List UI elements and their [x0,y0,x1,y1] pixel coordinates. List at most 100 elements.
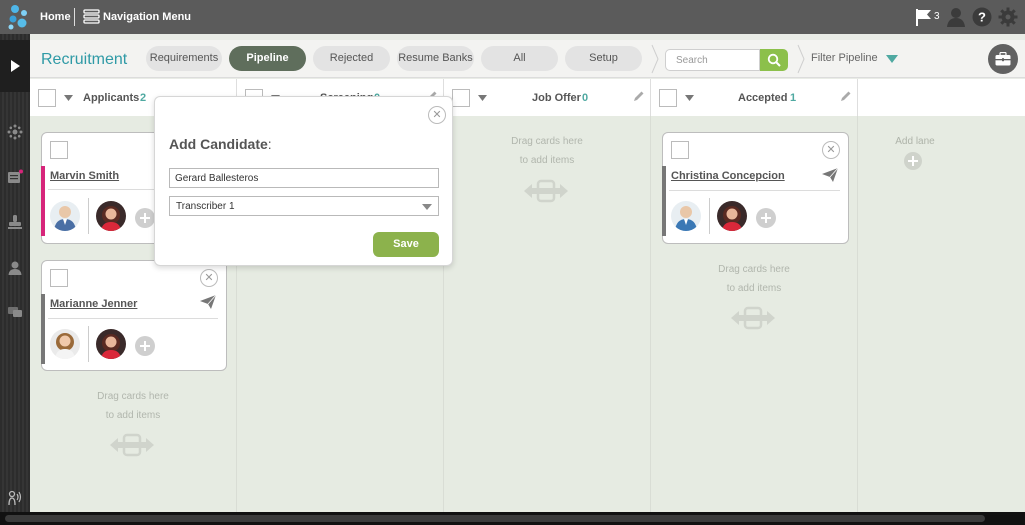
documents-icon[interactable] [7,169,23,185]
candidate-card[interactable]: ✕ Christina Concepcion [662,132,849,244]
close-icon[interactable]: ✕ [200,269,218,287]
chevron-down-icon[interactable] [685,95,694,101]
horizontal-scrollbar[interactable] [0,512,1025,525]
stamp-icon[interactable] [7,214,23,230]
settings-gear-icon[interactable] [998,7,1018,27]
save-button[interactable]: Save [373,232,439,257]
card-select-checkbox[interactable] [50,141,68,159]
avatar[interactable] [717,201,747,231]
avatar[interactable] [671,201,701,231]
home-link[interactable]: Home [40,11,71,23]
edit-pencil-icon[interactable] [633,90,645,102]
tab-rejected[interactable]: Rejected [313,46,390,71]
play-arrow-icon [11,60,20,72]
tab-requirements[interactable]: Requirements [146,46,222,71]
recruiter-photo-icon [101,334,121,359]
lane-header-spacer [858,79,1025,116]
add-participant-button[interactable] [756,208,776,228]
svg-text:?: ? [978,10,986,25]
module-header: Recruitment Requirements Pipeline Reject… [30,40,1025,78]
drag-hint-text: Drag cards here to add items [482,132,612,170]
avatar[interactable] [50,329,80,359]
lane-count: 2 [140,92,147,104]
add-candidate-dialog: ✕ Add Candidate: Transcriber 1 Save [154,96,453,266]
chevron-down-icon[interactable] [64,95,73,101]
toolbox-button[interactable] [988,44,1018,74]
close-icon[interactable]: ✕ [822,141,840,159]
lane-header-accepted: Accepted 1 [651,79,858,116]
header-chevron-divider-2 [797,44,805,74]
tab-all[interactable]: All [481,46,558,71]
close-icon[interactable]: ✕ [428,106,446,124]
drag-hint-text: Drag cards here to add items [68,387,198,425]
lane-count: 0 [582,92,589,104]
card-color-strip [662,166,666,236]
recruiter-photo-icon [101,206,121,231]
flag-icon[interactable] [914,7,934,27]
user-icon[interactable] [7,260,23,276]
drag-hint-line2: to add items [105,410,161,421]
accessibility-speech-icon[interactable] [7,490,23,506]
candidate-name-link[interactable]: Christina Concepcion [671,170,785,182]
drag-hint-line1: Drag cards here [511,136,583,147]
page-title: Recruitment [41,51,128,68]
search-button[interactable] [760,49,788,71]
card-color-strip [41,294,45,364]
card-select-checkbox[interactable] [50,269,68,287]
drag-arrows-icon [524,179,568,203]
header-chevron-divider [651,44,659,74]
chat-icon[interactable] [7,304,23,320]
help-icon[interactable]: ? [972,7,992,27]
edit-pencil-icon[interactable] [840,90,852,102]
tab-resume-banks[interactable]: Resume Banks [397,46,474,71]
navigation-menu-icon[interactable] [83,8,100,25]
chevron-down-icon[interactable] [478,95,487,101]
candidate-card[interactable]: ✕ Marianne Jenner [41,260,227,371]
avatar-divider [88,326,89,362]
navigation-menu-link[interactable]: Navigation Menu [103,11,191,23]
avatar[interactable] [96,329,126,359]
lane-select-checkbox[interactable] [452,89,470,107]
dashboard-icon[interactable] [7,124,23,140]
add-lane-label[interactable]: Add lane [875,136,955,147]
user-profile-icon[interactable] [946,7,966,27]
app-logo-icon[interactable] [6,3,32,31]
transcriber-selected-value: Transcriber 1 [176,201,235,212]
avatar[interactable] [96,201,126,231]
add-lane-button[interactable] [904,152,922,170]
avatar-divider [709,198,710,234]
scrollbar-thumb[interactable] [5,515,985,522]
candidate-photo-icon [55,333,75,359]
chevron-down-icon[interactable] [886,55,898,63]
send-paper-plane-icon[interactable] [821,167,839,183]
lane-select-checkbox[interactable] [38,89,56,107]
recruiter-photo-icon [722,206,742,231]
search-input[interactable] [665,49,760,71]
topbar-divider [74,8,75,26]
filter-pipeline-label[interactable]: Filter Pipeline [811,52,878,64]
dialog-title-text: Add Candidate [169,136,268,152]
card-divider [48,318,218,319]
lane-name: Job Offer [532,92,581,104]
candidate-name-input[interactable] [169,168,439,188]
add-participant-button[interactable] [135,208,155,228]
briefcase-icon [995,52,1011,66]
send-paper-plane-icon[interactable] [199,294,217,310]
candidate-photo-icon [675,206,697,231]
drag-arrows-icon [731,306,775,330]
transcriber-select[interactable]: Transcriber 1 [169,196,439,216]
lane-divider [857,116,858,512]
lane-select-checkbox[interactable] [659,89,677,107]
add-participant-button[interactable] [135,336,155,356]
candidate-name-link[interactable]: Marvin Smith [50,170,119,182]
card-select-checkbox[interactable] [671,141,689,159]
chevron-down-icon [422,204,432,210]
card-divider [669,190,840,191]
sidebar-expand-button[interactable] [0,40,30,92]
candidate-photo-icon [54,206,76,231]
tab-pipeline[interactable]: Pipeline [229,46,306,71]
avatar[interactable] [50,201,80,231]
tab-setup[interactable]: Setup [565,46,642,71]
candidate-name-link[interactable]: Marianne Jenner [50,298,137,310]
drag-arrows-icon [110,433,154,457]
